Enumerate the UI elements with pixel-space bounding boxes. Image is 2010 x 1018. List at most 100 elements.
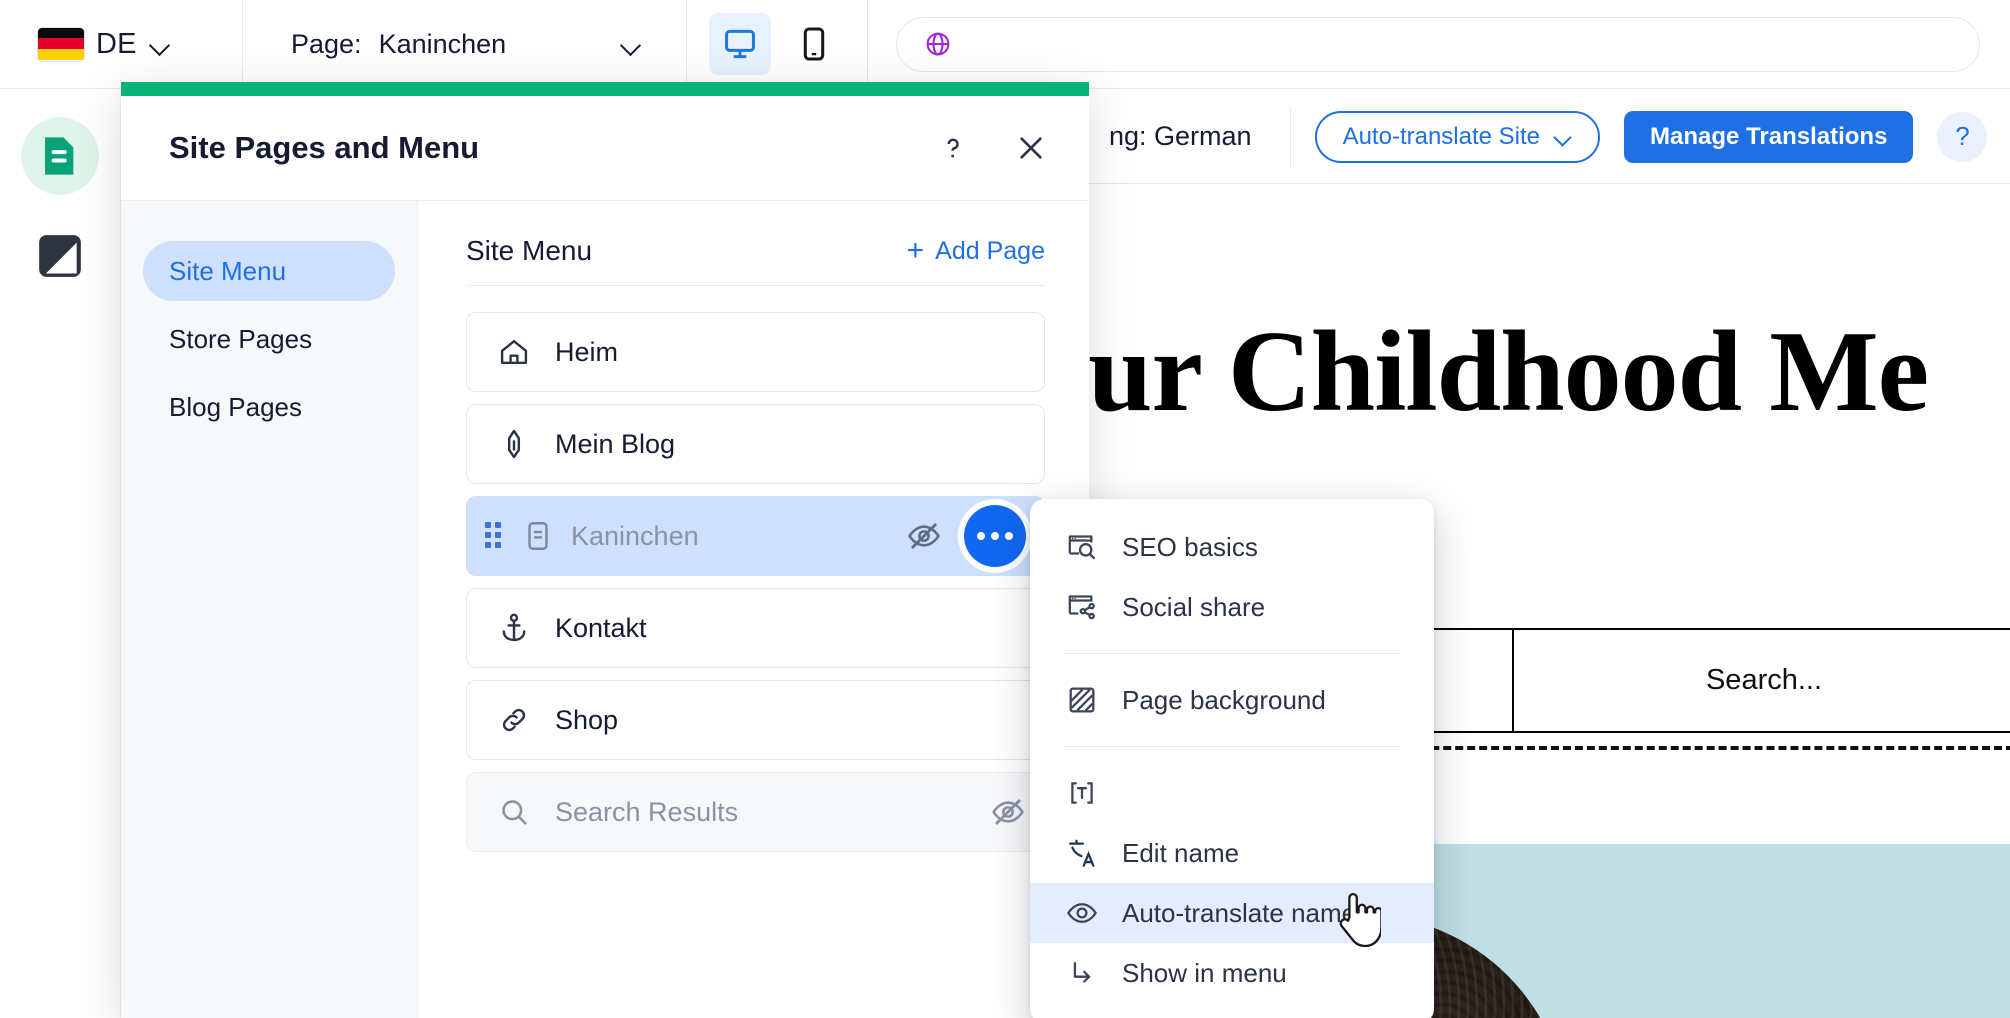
- page-icon: [521, 519, 555, 553]
- home-icon: [497, 335, 531, 369]
- url-input[interactable]: [896, 16, 1980, 72]
- page-row-mein-blog[interactable]: Mein Blog: [466, 404, 1045, 484]
- page-context-menu: SEO basics Social share Page background …: [1030, 499, 1434, 1018]
- toolbar-divider: [1289, 105, 1291, 168]
- chevron-down-icon: [1554, 128, 1572, 146]
- translation-help-button[interactable]: ?: [1937, 111, 1988, 162]
- page-row-shop[interactable]: Shop: [466, 680, 1045, 760]
- sidebar-item-blog-pages[interactable]: Blog Pages: [143, 377, 395, 437]
- eye-off-icon[interactable]: [990, 794, 1026, 830]
- page-label: Kaninchen: [571, 520, 699, 551]
- german-flag-icon: [38, 27, 84, 61]
- contrast-square-glyph: [39, 235, 81, 277]
- link-icon: [497, 703, 531, 737]
- page-row-heim[interactable]: Heim: [466, 312, 1045, 392]
- dialog-accent-bar: [121, 82, 1089, 96]
- page-label: Search Results: [555, 796, 739, 827]
- site-pages-dialog: Site Pages and Menu Site Menu Store Page…: [121, 82, 1089, 1018]
- add-page-button[interactable]: + Add Page: [907, 236, 1045, 266]
- dialog-help-button[interactable]: [931, 126, 975, 170]
- context-menu-separator: [1064, 653, 1400, 654]
- page-label: Shop: [555, 704, 619, 735]
- drag-handle-icon[interactable]: [485, 522, 505, 550]
- globe-icon: [926, 32, 950, 56]
- text-bracket-icon: [1064, 775, 1100, 811]
- page-label: Mein Blog: [555, 428, 676, 459]
- sidebar-item-site-menu[interactable]: Site Menu: [143, 241, 395, 301]
- add-page-label: Add Page: [935, 236, 1045, 265]
- context-item-label: Auto-translate name: [1122, 897, 1357, 928]
- seo-window-search-icon: [1064, 529, 1100, 565]
- manage-translations-button[interactable]: Manage Translations: [1624, 110, 1914, 163]
- contrast-square-icon[interactable]: [35, 231, 85, 281]
- page-row-actions: [906, 505, 1044, 567]
- context-menu-separator: [1064, 746, 1400, 747]
- question-mark-icon: [947, 138, 959, 158]
- sidebar-item-store-pages[interactable]: Store Pages: [143, 309, 395, 369]
- pen-nib-icon: [497, 427, 531, 461]
- mobile-view-button[interactable]: [783, 13, 845, 75]
- auto-translate-site-label: Auto-translate Site: [1342, 122, 1541, 150]
- anchor-icon: [497, 611, 531, 645]
- dialog-header-actions: [931, 126, 1053, 170]
- nav-cell-search[interactable]: Search...: [1514, 630, 2010, 731]
- eye-off-icon[interactable]: [906, 518, 942, 554]
- editor-left-rail: [0, 89, 121, 1018]
- document-glyph: [45, 137, 74, 175]
- pages-header-title: Site Menu: [466, 235, 593, 266]
- dialog-sidebar: Site Menu Store Pages Blog Pages: [121, 201, 418, 1018]
- document-icon[interactable]: [21, 117, 99, 195]
- page-selector-label: Page:: [291, 28, 362, 59]
- page-selector-value: Kaninchen: [378, 28, 507, 59]
- context-item-label: Page background: [1122, 684, 1326, 715]
- subpage-arrow-icon: [1064, 955, 1100, 991]
- context-item-label: Edit name: [1122, 837, 1240, 868]
- context-item-auto-translate-name[interactable]: Edit name: [1030, 823, 1434, 883]
- hatched-square-icon: [1064, 682, 1100, 718]
- manage-translations-label: Manage Translations: [1650, 122, 1888, 150]
- dialog-title: Site Pages and Menu: [169, 130, 480, 165]
- context-item-subpage[interactable]: Show in menu: [1030, 943, 1434, 1003]
- chevron-down-icon: [149, 33, 171, 55]
- eye-icon: [1064, 895, 1100, 931]
- search-icon: [497, 795, 531, 829]
- social-share-window-icon: [1064, 589, 1100, 625]
- more-dots-icon[interactable]: [964, 505, 1026, 567]
- language-selector[interactable]: DE: [0, 0, 243, 89]
- page-row-kaninchen[interactable]: Kaninchen: [466, 496, 1045, 576]
- context-item-edit-name[interactable]: [1030, 763, 1434, 823]
- sidebar-item-label: Store Pages: [169, 323, 313, 354]
- context-item-page-background[interactable]: Page background: [1030, 670, 1434, 730]
- translation-toolbar: ng: German Auto-translate Site Manage Tr…: [1089, 90, 2010, 184]
- editor-top-bar: DE Page: Kaninchen: [0, 0, 2010, 89]
- sidebar-item-label: Site Menu: [169, 255, 287, 286]
- dialog-close-button[interactable]: [1009, 126, 1053, 170]
- page-label: Heim: [555, 336, 619, 367]
- dialog-header: Site Pages and Menu: [121, 96, 1089, 201]
- sidebar-item-label: Blog Pages: [169, 391, 302, 422]
- page-selector[interactable]: Page: Kaninchen: [243, 0, 687, 89]
- dialog-body: Site Menu Store Pages Blog Pages Site Me…: [121, 201, 1089, 1018]
- context-item-seo-basics[interactable]: SEO basics: [1030, 517, 1434, 577]
- translation-status-text: ng: German: [1109, 121, 1252, 151]
- context-item-label: Social share: [1122, 591, 1266, 622]
- page-label: Kontakt: [555, 612, 647, 643]
- mobile-icon: [803, 27, 825, 61]
- page-row-search-results[interactable]: Search Results: [466, 772, 1045, 852]
- language-code-label: DE: [96, 27, 137, 60]
- context-item-social-share[interactable]: Social share: [1030, 577, 1434, 637]
- app-root: ng: German Auto-translate Site Manage Tr…: [0, 0, 2010, 1018]
- close-icon: [1020, 137, 1042, 159]
- context-item-label: Show in menu: [1122, 957, 1287, 988]
- auto-translate-site-button[interactable]: Auto-translate Site: [1314, 110, 1601, 163]
- translate-icon: [1064, 835, 1100, 871]
- dialog-main: Site Menu + Add Page Heim Mein Blog Kani…: [418, 201, 1089, 1018]
- site-headline: ur Childhood Me: [1089, 308, 1929, 436]
- desktop-view-button[interactable]: [709, 13, 771, 75]
- pages-header: Site Menu + Add Page: [466, 235, 1045, 285]
- page-row-kontakt[interactable]: Kontakt: [466, 588, 1045, 668]
- page-list: Heim Mein Blog Kaninchen Kontakt Shop Se…: [466, 286, 1045, 852]
- context-item-show-in-menu[interactable]: Auto-translate name: [1030, 883, 1434, 943]
- context-item-label: SEO basics: [1122, 531, 1258, 562]
- chevron-down-icon: [620, 33, 642, 55]
